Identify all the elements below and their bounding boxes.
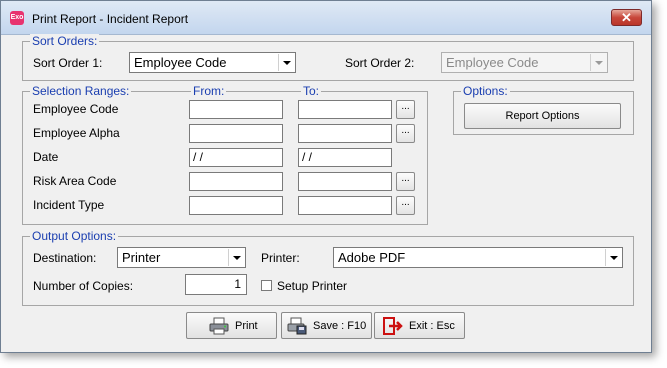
risk-area-code-to-input[interactable] bbox=[298, 172, 392, 191]
exo-app-icon: Exo bbox=[10, 11, 24, 25]
exit-button[interactable]: Exit : Esc bbox=[374, 312, 465, 339]
save-button[interactable]: Save : F10 bbox=[281, 312, 372, 339]
printer-label: Printer: bbox=[261, 251, 300, 265]
selection-ranges-label: Selection Ranges: bbox=[30, 84, 132, 98]
incident-type-lookup-button[interactable]: ... bbox=[396, 196, 415, 215]
sort-orders-group: Sort Orders: Sort Order 1: Employee Code… bbox=[22, 34, 634, 81]
number-of-copies-input[interactable]: 1 bbox=[185, 274, 247, 295]
employee-alpha-from-input[interactable] bbox=[189, 124, 283, 143]
sort-orders-label: Sort Orders: bbox=[30, 34, 100, 48]
chevron-down-icon bbox=[590, 54, 606, 71]
title-bar: Exo Print Report - Incident Report ✕ bbox=[1, 1, 651, 35]
save-printer-icon bbox=[287, 317, 307, 335]
employee-code-from-input[interactable] bbox=[189, 100, 283, 119]
printer-select[interactable]: Adobe PDF bbox=[333, 247, 623, 268]
incident-type-label: Incident Type bbox=[33, 198, 105, 212]
sort-order-1-label: Sort Order 1: bbox=[33, 56, 103, 70]
from-column-label: From: bbox=[191, 84, 227, 98]
chevron-down-icon bbox=[228, 249, 244, 266]
date-label: Date bbox=[33, 150, 59, 164]
print-button[interactable]: Print bbox=[186, 312, 277, 339]
employee-code-to-input[interactable] bbox=[298, 100, 392, 119]
print-button-label: Print bbox=[235, 320, 258, 332]
setup-printer-checkbox[interactable] bbox=[261, 280, 272, 291]
employee-alpha-to-input[interactable] bbox=[298, 124, 392, 143]
exit-button-label: Exit : Esc bbox=[409, 320, 455, 332]
incident-type-to-input[interactable] bbox=[298, 196, 392, 215]
sort-order-2-label: Sort Order 2: bbox=[345, 56, 415, 70]
report-options-button[interactable]: Report Options bbox=[464, 103, 621, 129]
employee-alpha-lookup-button[interactable]: ... bbox=[396, 124, 415, 143]
printer-icon bbox=[209, 317, 229, 335]
exit-door-icon bbox=[383, 317, 403, 335]
sort-order-1-value: Employee Code bbox=[134, 55, 227, 70]
options-label: Options: bbox=[461, 84, 510, 98]
printer-value: Adobe PDF bbox=[338, 250, 406, 265]
print-report-window: Exo Print Report - Incident Report ✕ Sor… bbox=[0, 0, 652, 353]
window-title: Print Report - Incident Report bbox=[32, 12, 189, 26]
risk-area-code-lookup-button[interactable]: ... bbox=[396, 172, 415, 191]
number-of-copies-label: Number of Copies: bbox=[33, 279, 134, 293]
report-options-button-label: Report Options bbox=[505, 110, 580, 122]
date-to-input[interactable]: / / bbox=[298, 148, 392, 167]
setup-printer-label: Setup Printer bbox=[277, 279, 348, 293]
sort-order-2-select: Employee Code bbox=[441, 52, 608, 73]
save-button-label: Save : F10 bbox=[313, 320, 367, 332]
close-button[interactable]: ✕ bbox=[611, 9, 642, 26]
chevron-down-icon bbox=[605, 249, 621, 266]
employee-code-label: Employee Code bbox=[33, 102, 119, 116]
destination-label: Destination: bbox=[33, 251, 97, 265]
date-from-input[interactable]: / / bbox=[189, 148, 283, 167]
risk-area-code-from-input[interactable] bbox=[189, 172, 283, 191]
destination-select[interactable]: Printer bbox=[117, 247, 246, 268]
sort-order-2-value: Employee Code bbox=[446, 55, 539, 70]
employee-alpha-label: Employee Alpha bbox=[33, 126, 120, 140]
to-column-label: To: bbox=[301, 84, 322, 98]
risk-area-code-label: Risk Area Code bbox=[33, 174, 117, 188]
destination-value: Printer bbox=[122, 250, 161, 265]
output-options-label: Output Options: bbox=[30, 229, 119, 243]
sort-order-1-select[interactable]: Employee Code bbox=[129, 52, 296, 73]
incident-type-from-input[interactable] bbox=[189, 196, 283, 215]
chevron-down-icon bbox=[278, 54, 294, 71]
employee-code-lookup-button[interactable]: ... bbox=[396, 100, 415, 119]
